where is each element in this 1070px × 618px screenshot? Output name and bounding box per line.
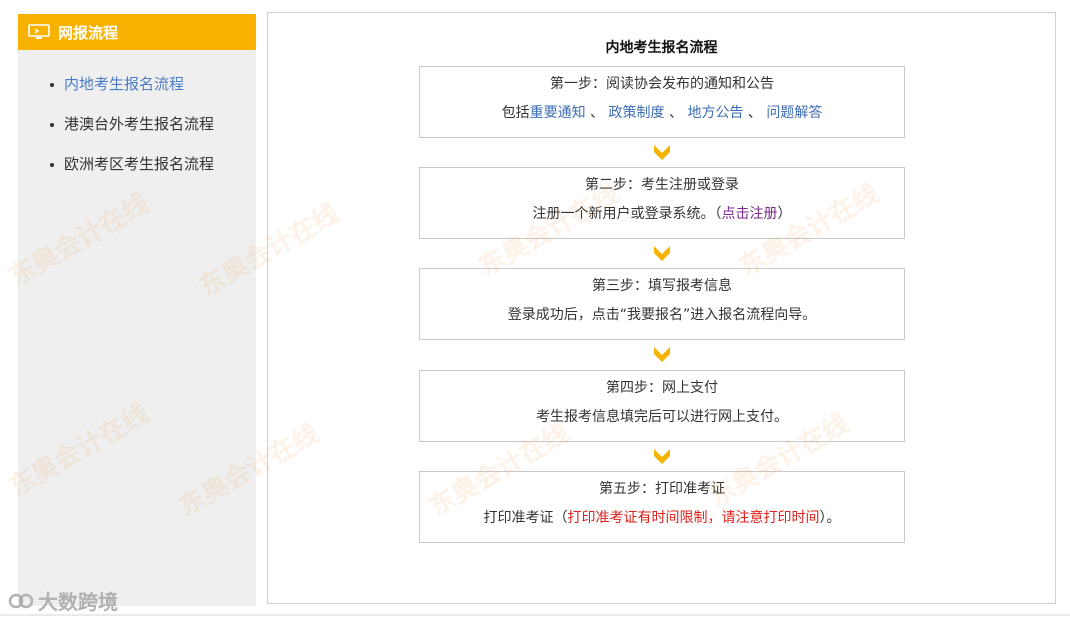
important-notice-link[interactable]: 重要通知 [530,105,586,121]
sidebar-item-label[interactable]: 内地考生报名流程 [64,75,184,93]
footer-brand-text: 大数跨境 [38,590,118,614]
step-4-title: 第四步：网上支付 [606,380,718,396]
sidebar: 网报流程 内地考生报名流程 港澳台外考生报名流程 欧洲考区考生报名流程 [18,14,256,606]
register-link[interactable]: 点击注册 [722,206,778,222]
step-1-desc: 包括重要通知 、 政策制度 、 地方公告 、 问题解答 [420,103,904,123]
sidebar-list: 内地考生报名流程 港澳台外考生报名流程 欧洲考区考生报名流程 [18,50,256,194]
sidebar-item-label[interactable]: 港澳台外考生报名流程 [64,115,214,133]
divider [0,614,1070,616]
sidebar-item-mainland[interactable]: 内地考生报名流程 [48,74,256,114]
local-announcement-link[interactable]: 地方公告 [687,105,743,121]
chevron-down-icon [654,246,670,261]
step-2-box: 第二步：考生注册或登录 注册一个新用户或登录系统。（点击注册） [419,167,905,239]
step-3-title: 第三步：填写报考信息 [592,278,732,294]
step-5-suffix: ）。 [819,510,841,526]
sidebar-item-label[interactable]: 欧洲考区考生报名流程 [64,155,214,173]
chevron-down-icon [654,449,670,464]
step-5-box: 第五步：打印准考证 打印准考证（打印准考证有时间限制，请注意打印时间）。 [419,471,905,543]
separator: 、 [590,105,605,121]
step-1-prefix: 包括 [501,105,530,121]
step-4-desc: 考生报考信息填完后可以进行网上支付。 [536,409,788,425]
sidebar-header: 网报流程 [18,14,256,50]
step-2-suffix: ） [777,206,792,222]
brand-logo-icon [8,593,34,608]
sidebar-title: 网报流程 [58,23,119,42]
chevron-down-icon [654,347,670,362]
step-1-box: 第一步：阅读协会发布的通知和公告 包括重要通知 、 政策制度 、 地方公告 、 … [419,66,905,138]
flow-title: 内地考生报名流程 [605,40,718,56]
footer-brand: 大数跨境 [8,586,118,615]
faq-link[interactable]: 问题解答 [766,105,822,121]
step-3-box: 第三步：填写报考信息 登录成功后，点击“我要报名”进入报名流程向导。 [419,268,905,340]
step-5-desc: 打印准考证（打印准考证有时间限制，请注意打印时间）。 [420,508,904,528]
separator: 、 [669,105,683,121]
sidebar-item-europe[interactable]: 欧洲考区考生报名流程 [48,154,256,194]
step-2-title: 第二步：考生注册或登录 [585,177,739,193]
monitor-icon [28,24,50,39]
separator: 、 [747,105,762,121]
main-panel: 内地考生报名流程 第一步：阅读协会发布的通知和公告 包括重要通知 、 政策制度 … [267,12,1056,604]
step-2-text: 注册一个新用户或登录系统。（ [532,206,722,222]
print-time-warning: 打印准考证有时间限制，请注意打印时间 [567,510,820,526]
step-1-title: 第一步：阅读协会发布的通知和公告 [550,76,774,92]
sidebar-item-hk-macau-taiwan-foreign[interactable]: 港澳台外考生报名流程 [48,114,256,154]
step-5-prefix: 打印准考证（ [483,510,568,526]
policy-link[interactable]: 政策制度 [609,105,665,121]
step-5-title: 第五步：打印准考证 [599,481,725,497]
chevron-down-icon [654,145,670,160]
step-2-desc: 注册一个新用户或登录系统。（点击注册） [420,204,904,224]
step-3-desc: 登录成功后，点击“我要报名”进入报名流程向导。 [507,307,817,323]
step-4-box: 第四步：网上支付 考生报考信息填完后可以进行网上支付。 [419,370,905,442]
